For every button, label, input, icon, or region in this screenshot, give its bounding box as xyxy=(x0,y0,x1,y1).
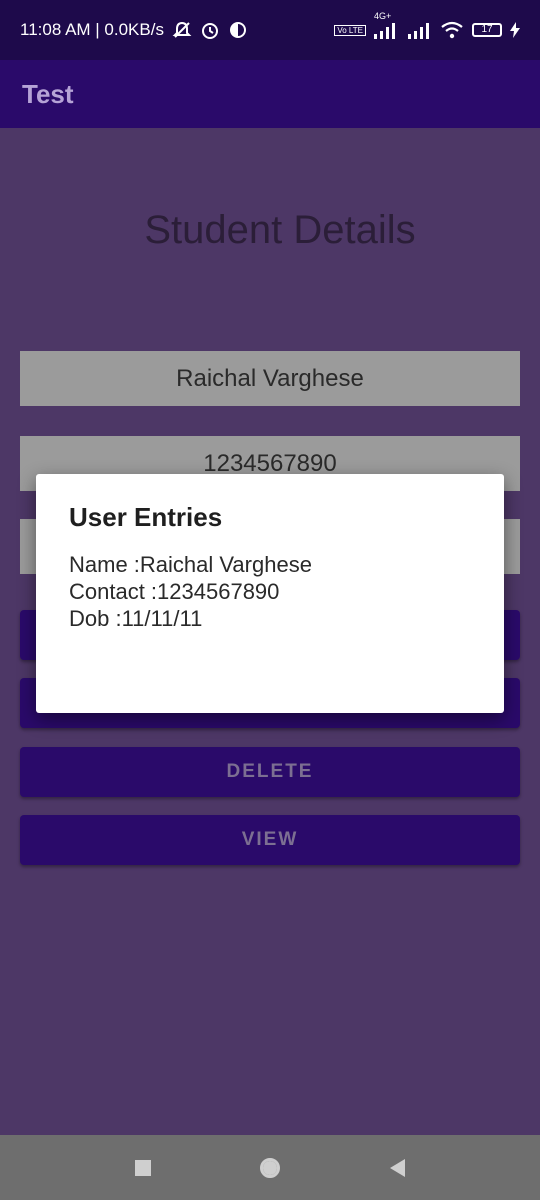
status-bar: 11:08 AM | 0.0KB/s Vo LTE 4G+ 17 xyxy=(0,0,540,60)
signal-icon xyxy=(408,21,432,39)
mute-icon xyxy=(172,20,192,40)
status-bar-left: 11:08 AM | 0.0KB/s xyxy=(20,20,248,40)
battery-level: 17 xyxy=(481,24,493,35)
time-speed-text: 11:08 AM | 0.0KB/s xyxy=(20,20,164,39)
back-triangle-icon[interactable] xyxy=(390,1158,406,1177)
delete-button[interactable]: DELETE xyxy=(20,747,520,797)
app-status-icon xyxy=(228,20,248,40)
view-button[interactable]: VIEW xyxy=(20,815,520,865)
user-entries-dialog: User Entries Name :Raichal Varghese Cont… xyxy=(36,474,504,713)
page-title: Student Details xyxy=(144,208,416,252)
network-type-label: 4G+ xyxy=(374,11,392,21)
volte-icon: Vo LTE xyxy=(334,24,366,36)
alarm-icon xyxy=(200,20,220,40)
home-circle-icon[interactable] xyxy=(260,1157,281,1178)
wifi-icon xyxy=(440,21,464,39)
dialog-title: User Entries xyxy=(69,502,223,532)
name-field[interactable]: Raichal Varghese xyxy=(20,351,520,406)
home-circle-inner xyxy=(263,1160,278,1175)
navigation-bar xyxy=(0,1135,540,1200)
dialog-contact-line: Contact :1234567890 xyxy=(69,579,280,604)
recents-square-icon[interactable] xyxy=(134,1159,151,1176)
status-bar-right: Vo LTE 4G+ 17 xyxy=(334,11,520,39)
app-title: Test xyxy=(22,78,74,109)
dialog-dob-line: Dob :11/11/11 xyxy=(69,606,203,631)
app-bar: Test xyxy=(0,60,540,128)
charging-icon xyxy=(510,22,520,38)
signal-icon: 4G+ xyxy=(374,11,400,39)
dialog-name-line: Name :Raichal Varghese xyxy=(69,552,312,577)
battery-icon: 17 xyxy=(472,23,502,37)
